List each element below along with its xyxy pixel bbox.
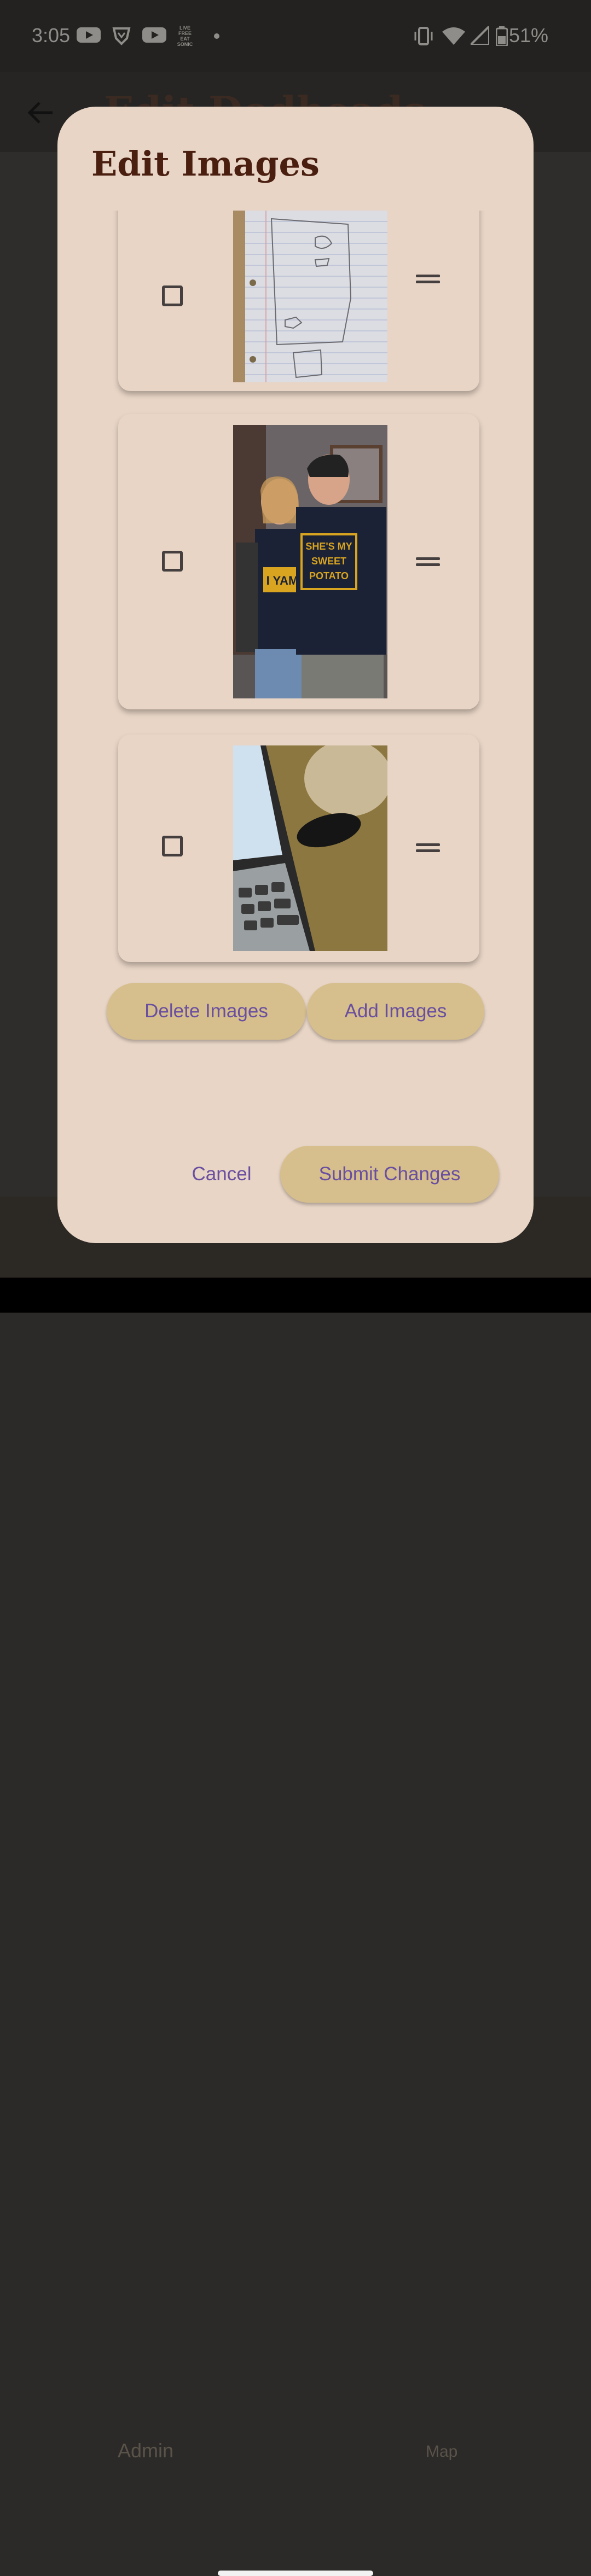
cancel-button[interactable]: Cancel <box>172 1146 271 1203</box>
wifi-icon <box>442 27 465 45</box>
home-gesture-handle[interactable] <box>218 2571 373 2576</box>
vibrate-icon <box>414 27 433 45</box>
add-images-button[interactable]: Add Images <box>307 983 484 1040</box>
image-card[interactable] <box>118 735 479 962</box>
dialog-title: Edit Images <box>91 144 320 184</box>
nav-item-admin[interactable]: Admin <box>118 2439 173 2462</box>
status-time: 3:05 <box>32 24 71 46</box>
image-thumbnail <box>233 745 387 951</box>
image-checkbox[interactable] <box>162 285 183 306</box>
dot-icon <box>214 33 219 39</box>
gesture-bar <box>0 1278 591 2576</box>
shirt-text-left: I YAM <box>266 574 299 587</box>
image-list[interactable]: I YAM SHE'S MY SWEET POTATO <box>104 211 487 1083</box>
image-checkbox[interactable] <box>162 836 183 856</box>
image-card[interactable]: I YAM SHE'S MY SWEET POTATO <box>118 414 479 709</box>
image-card[interactable] <box>118 211 479 391</box>
image-thumbnail <box>233 211 387 382</box>
svg-text:SWEET: SWEET <box>311 556 346 567</box>
youtube-icon <box>142 27 166 43</box>
submit-changes-button[interactable]: Submit Changes <box>280 1146 499 1203</box>
signal-icon <box>471 26 489 45</box>
image-checkbox[interactable] <box>162 551 183 572</box>
svg-text:SHE'S MY: SHE'S MY <box>305 541 352 552</box>
nav-item-map[interactable]: Map <box>426 2443 457 2461</box>
status-bar: 3:05 LIVE FREE EAT SONIC 51% <box>0 0 591 72</box>
delete-images-button[interactable]: Delete Images <box>107 983 306 1040</box>
edit-images-dialog: Edit Images I YAM SHE'S MY SWEET POTATO … <box>57 107 534 1243</box>
brave-icon <box>112 27 131 45</box>
image-thumbnail: I YAM SHE'S MY SWEET POTATO <box>233 425 387 698</box>
battery-icon <box>496 26 508 46</box>
youtube-icon <box>77 27 101 43</box>
drag-handle-icon[interactable] <box>416 557 440 566</box>
back-arrow-icon[interactable] <box>26 98 55 127</box>
drag-handle-icon[interactable] <box>416 843 440 852</box>
svg-text:POTATO: POTATO <box>309 570 349 581</box>
live-free-eat-sonic-icon: LIVE FREE EAT SONIC <box>177 25 193 47</box>
battery-percentage: 51% <box>508 24 548 46</box>
drag-handle-icon[interactable] <box>416 275 440 283</box>
